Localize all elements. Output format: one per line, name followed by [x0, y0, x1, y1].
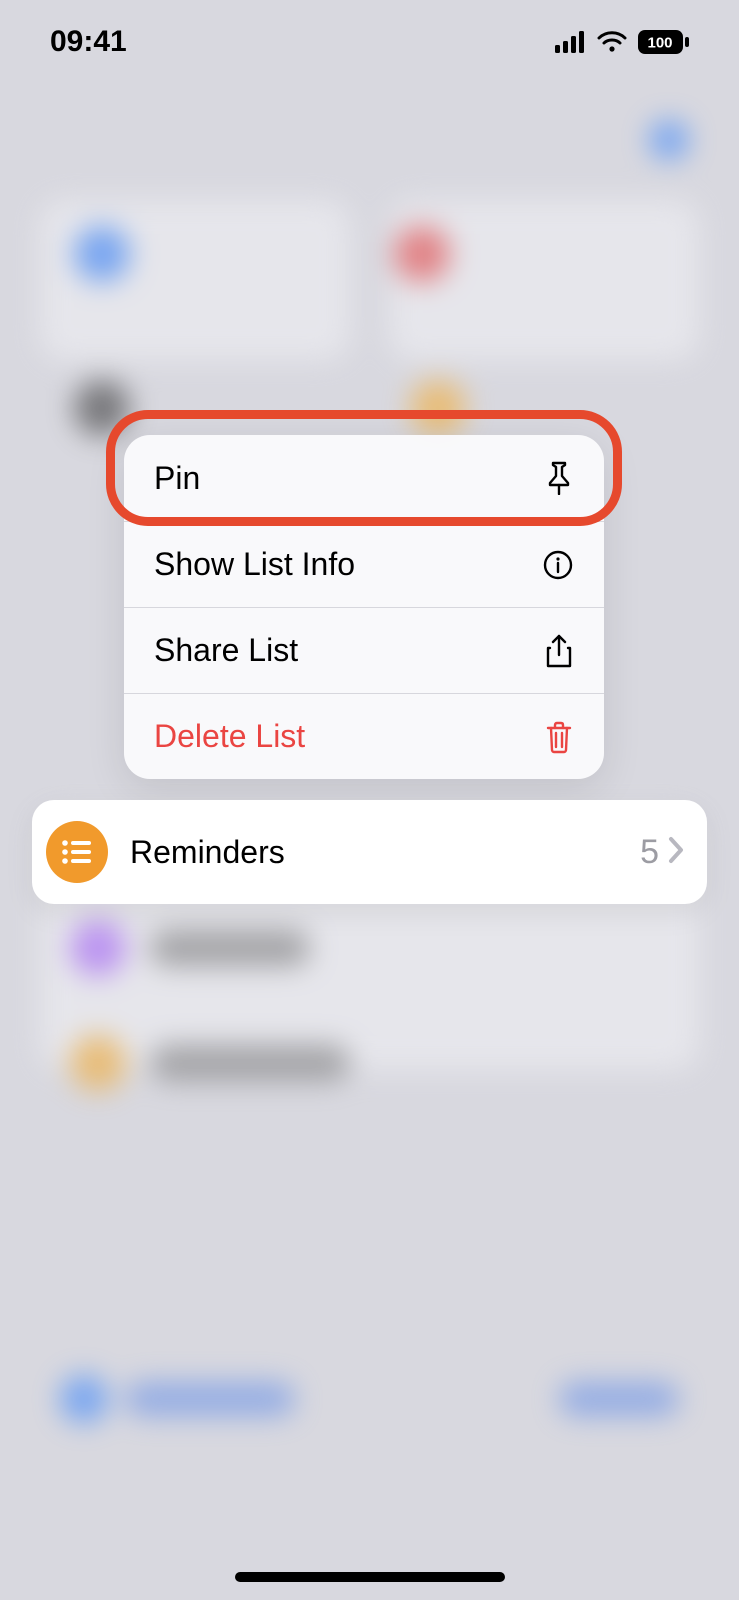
battery-text: 100 [647, 35, 672, 52]
menu-item-label: Share List [154, 632, 298, 669]
cellular-icon [555, 31, 587, 53]
share-list-menu-item[interactable]: Share List [124, 607, 604, 693]
home-indicator[interactable] [235, 1572, 505, 1582]
chevron-right-icon [667, 835, 685, 870]
info-icon [542, 549, 574, 581]
pin-icon [544, 461, 574, 495]
trash-icon [544, 720, 574, 754]
menu-item-label: Delete List [154, 718, 305, 755]
battery-icon: 100 [637, 29, 689, 55]
delete-list-menu-item[interactable]: Delete List [124, 693, 604, 779]
menu-item-label: Show List Info [154, 546, 355, 583]
show-list-info-menu-item[interactable]: Show List Info [124, 521, 604, 607]
share-icon [544, 633, 574, 669]
menu-item-label: Pin [154, 460, 200, 497]
reminders-list-row[interactable]: Reminders 5 [32, 800, 707, 904]
pin-menu-item[interactable]: Pin [124, 435, 604, 521]
context-menu: Pin Show List Info Share List Delet [124, 435, 604, 779]
list-count: 5 [640, 833, 659, 872]
list-title: Reminders [130, 834, 640, 871]
status-bar: 09:41 100 [0, 0, 739, 60]
wifi-icon [597, 31, 627, 53]
status-time: 09:41 [50, 25, 127, 59]
list-bullet-icon [46, 821, 108, 883]
